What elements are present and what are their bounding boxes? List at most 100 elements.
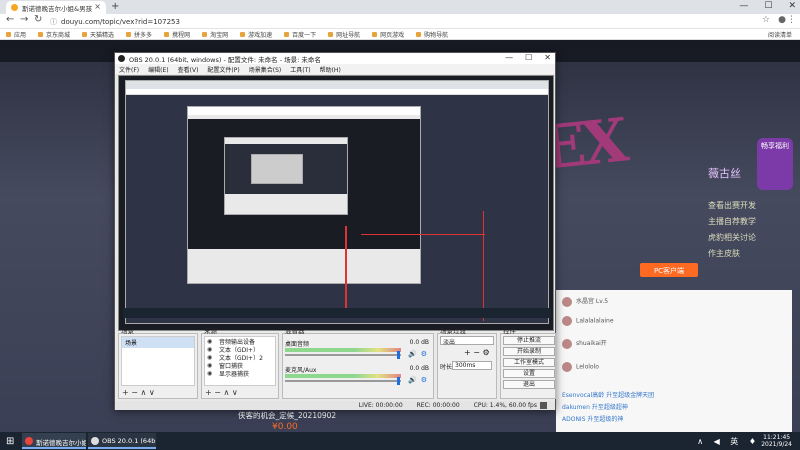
- menu-scene-collection[interactable]: 场景集合(S): [249, 65, 282, 74]
- studio-mode-button[interactable]: 工作室模式: [503, 358, 555, 367]
- exit-button[interactable]: 退出: [503, 380, 555, 389]
- bookmark-item[interactable]: 天猫精选: [82, 30, 114, 39]
- obs-titlebar[interactable]: OBS 20.0.1 (64bit, windows) - 配置文件: 未命名 …: [115, 53, 555, 64]
- clock-date: 2021/9/24: [761, 441, 792, 448]
- reading-list[interactable]: 阅读清单: [768, 30, 792, 39]
- avatar: [562, 316, 572, 326]
- sources-dock: 来源 ◉ 音频输出设备 ◉ 文本（GDI+） ◉ 文本（GDI+）2 ◉ 窗口捕获 ◉ 显…: [201, 327, 279, 399]
- chat-row: Esenvocal高龄 升至超级金牌天团: [562, 390, 654, 399]
- settings-button[interactable]: 设置: [503, 369, 555, 378]
- profile-icon[interactable]: ●: [778, 15, 786, 25]
- bookmark-item[interactable]: 淘宝网: [202, 30, 228, 39]
- system-tray[interactable]: ∧ ◀ 英 ♦: [697, 433, 760, 447]
- url-bar[interactable]: ⓘ douyu.com/topic/vex?rid=107253: [50, 16, 740, 27]
- gear-icon[interactable]: ⚙: [421, 350, 427, 358]
- bookmark-item[interactable]: 网址导航: [328, 30, 360, 39]
- bookmark-item[interactable]: 百度一下: [284, 30, 316, 39]
- menu-view[interactable]: 查看(V): [178, 65, 199, 74]
- captured-obs-titlebar: [188, 107, 420, 115]
- menu-file[interactable]: 文件(F): [119, 65, 139, 74]
- maximize-icon[interactable]: ☐: [525, 53, 532, 62]
- source-item[interactable]: ◉ 音频输出设备: [205, 337, 275, 346]
- duration-input[interactable]: 300ms: [452, 361, 492, 370]
- bookmark-item[interactable]: 购物导航: [416, 30, 448, 39]
- side-link[interactable]: 作主皮肤: [708, 248, 768, 259]
- chat-row: ADONIS 升至超级的神: [562, 414, 623, 423]
- bounds-line: [361, 234, 485, 235]
- obs-preview-canvas[interactable]: [118, 75, 554, 331]
- side-link[interactable]: 查看出赛开发: [708, 200, 768, 211]
- eye-icon[interactable]: ◉: [207, 362, 212, 369]
- windows-start-icon[interactable]: ⊞: [6, 436, 14, 447]
- stop-streaming-button[interactable]: 停止推流: [503, 336, 555, 345]
- obs-title-text: OBS 20.0.1 (64bit, windows) - 配置文件: 未命名 …: [129, 56, 321, 64]
- promo-badge[interactable]: 畅享福利: [757, 138, 793, 190]
- forward-icon[interactable]: →: [20, 14, 28, 25]
- reload-icon[interactable]: ↻: [34, 14, 42, 25]
- taskbar-chrome[interactable]: 斯诺德晚吉尔小姐...: [22, 433, 86, 449]
- close-window-icon[interactable]: ✕: [788, 1, 796, 11]
- clock[interactable]: 11:21:45 2021/9/24: [761, 434, 792, 448]
- source-item[interactable]: ◉ 文本（GDI+）2: [205, 353, 275, 362]
- source-tools[interactable]: + − ∧ ∨: [205, 388, 238, 397]
- back-icon[interactable]: ←: [6, 14, 14, 25]
- chat-panel: 水晶宫 Lv.5 Lalalalalaine shuaikai开 Lelolol…: [556, 290, 792, 432]
- menu-edit[interactable]: 编辑(E): [148, 65, 168, 74]
- obs-window: OBS 20.0.1 (64bit, windows) - 配置文件: 未命名 …: [114, 52, 556, 410]
- volume-slider[interactable]: [285, 354, 401, 356]
- mixer-db: 0.0 dB: [409, 339, 429, 346]
- transition-tools[interactable]: + − ⚙: [464, 348, 490, 357]
- bookmark-item[interactable]: 应用: [6, 30, 26, 39]
- obs-statusbar: LIVE: 00:00:00 REC: 00:00:00 CPU: 1.4%, …: [115, 401, 555, 410]
- chat-row: Lalalalalaine: [562, 316, 614, 326]
- star-icon[interactable]: ☆: [762, 15, 770, 25]
- side-link[interactable]: 虎豹相关讨论: [708, 232, 768, 243]
- bookmark-item[interactable]: 京东商城: [38, 30, 70, 39]
- pc-client-button[interactable]: PC客户端: [640, 263, 698, 277]
- bookmark-item[interactable]: 携程网: [164, 30, 190, 39]
- browser-tab[interactable]: 斯诺德晚吉尔小姐&男孩 ×: [6, 1, 106, 14]
- bookmark-item[interactable]: 拼多多: [126, 30, 152, 39]
- menu-help[interactable]: 帮助(H): [320, 65, 341, 74]
- source-item[interactable]: ◉ 窗口捕获: [205, 361, 275, 370]
- url-text: douyu.com/topic/vex?rid=107253: [61, 18, 180, 26]
- eye-icon[interactable]: ◉: [207, 354, 212, 361]
- volume-slider[interactable]: [285, 380, 401, 382]
- avatar: [562, 296, 572, 307]
- minimize-icon[interactable]: —: [739, 1, 748, 11]
- scenes-title: 场景: [121, 327, 134, 335]
- menu-tools[interactable]: 工具(T): [290, 65, 310, 74]
- taskbar-obs[interactable]: OBS 20.0.1 (64bit...: [88, 433, 156, 449]
- captured-taskbar: [123, 308, 551, 318]
- menu-profile[interactable]: 配置文件(P): [207, 65, 239, 74]
- start-recording-button[interactable]: 开始录制: [503, 347, 555, 356]
- scene-item[interactable]: 场景: [122, 337, 194, 348]
- chat-row: Lelololo: [562, 362, 599, 372]
- new-tab-button[interactable]: +: [111, 1, 119, 12]
- scene-tools[interactable]: + − ∧ ∨: [122, 388, 155, 397]
- eye-icon[interactable]: ◉: [207, 346, 212, 353]
- bookmark-item[interactable]: 游戏加速: [240, 30, 272, 39]
- source-item[interactable]: ◉ 显示器捕获: [205, 369, 275, 378]
- bookmark-item[interactable]: 网页游戏: [372, 30, 404, 39]
- obs-menubar: 文件(F) 编辑(E) 查看(V) 配置文件(P) 场景集合(S) 工具(T) …: [115, 64, 555, 74]
- eye-icon[interactable]: ◉: [207, 338, 212, 345]
- side-link[interactable]: 主播自荐教学: [708, 216, 768, 227]
- minimize-icon[interactable]: —: [505, 53, 513, 62]
- gear-icon[interactable]: ⚙: [421, 376, 427, 384]
- menu-icon[interactable]: ⋮: [787, 15, 796, 25]
- transition-select[interactable]: 淡出: [440, 336, 494, 346]
- close-tab-icon[interactable]: ×: [94, 2, 101, 11]
- speaker-mute-icon[interactable]: 🔊: [408, 376, 417, 384]
- volume-knob[interactable]: [397, 351, 400, 359]
- source-item[interactable]: ◉ 文本（GDI+）: [205, 345, 275, 354]
- cpu-fps: CPU: 1.4%, 60.00 fps: [473, 402, 537, 409]
- close-window-icon[interactable]: ✕: [544, 53, 551, 62]
- champion-name: 薇古丝: [708, 167, 741, 180]
- speaker-icon[interactable]: 🔊: [408, 350, 417, 358]
- maximize-icon[interactable]: ☐: [764, 1, 772, 11]
- info-icon[interactable]: ⓘ: [50, 18, 57, 26]
- volume-knob[interactable]: [397, 377, 400, 385]
- eye-icon[interactable]: ◉: [207, 370, 212, 377]
- transitions-dock: 场景过渡 淡出 + − ⚙ 时长 300ms: [437, 327, 497, 399]
